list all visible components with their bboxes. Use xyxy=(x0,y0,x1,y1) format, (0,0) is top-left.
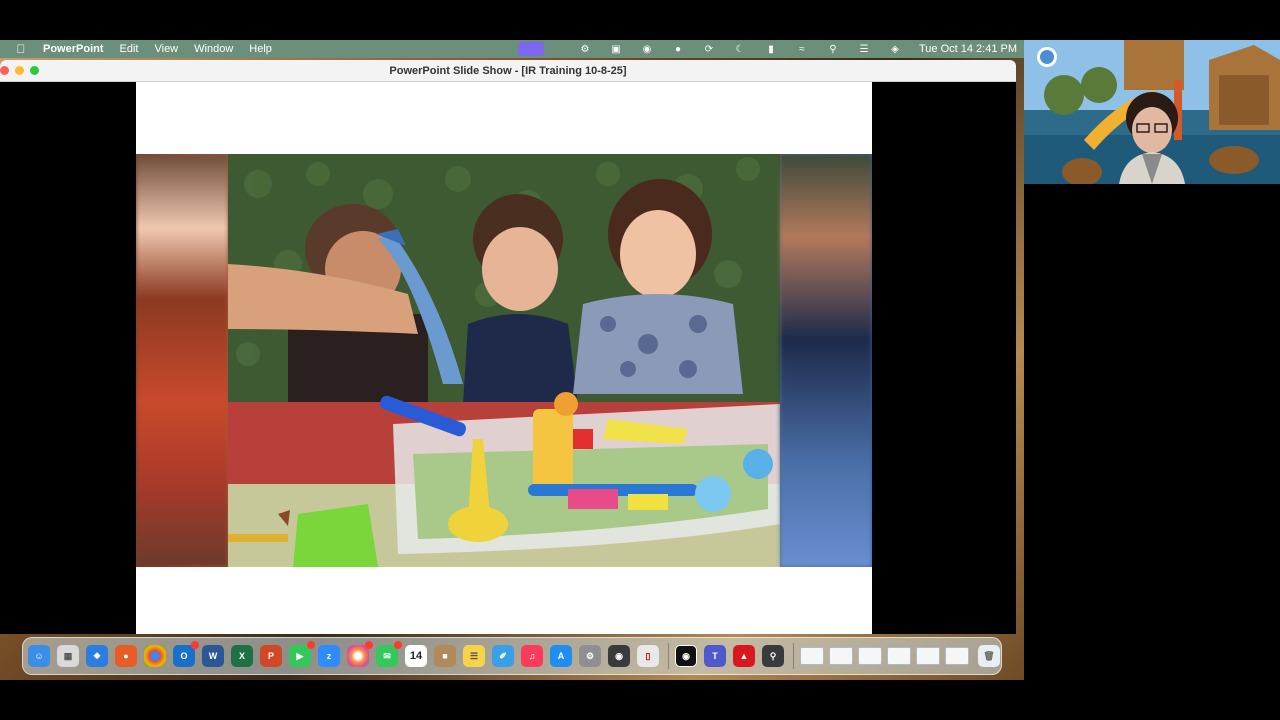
playground-background-image xyxy=(1024,40,1280,184)
excel-icon[interactable]: X xyxy=(231,645,253,667)
outlook-icon[interactable]: O xyxy=(173,641,199,667)
dock: ☺ ▦ ❖ ● O W X P ▶ z ✉ 14 ■ ☰ ✐ ♫ A ⚙ ◉ ▯… xyxy=(22,637,1002,675)
copilot-icon[interactable]: ◉ xyxy=(640,43,654,55)
record-icon[interactable]: ● xyxy=(671,43,685,55)
children-sensory-play-photo xyxy=(228,154,780,567)
status-area: ⚙ ▣ ◉ ● ⟳ ☾ ▮ ≈ ⚲ ☰ ◈ Tue Oct 14 2:41 PM xyxy=(517,40,1024,58)
music-icon[interactable]: ♫ xyxy=(521,645,543,667)
acrobat-icon[interactable]: ▲ xyxy=(733,645,755,667)
camera-icon[interactable]: ◉ xyxy=(608,645,630,667)
menu-window[interactable]: Window xyxy=(194,43,233,55)
tools-icon[interactable]: ⚙ xyxy=(578,43,592,55)
recent-document-1[interactable] xyxy=(800,647,824,665)
app-store-icon[interactable]: A xyxy=(550,645,572,667)
menu-help[interactable]: Help xyxy=(249,43,272,55)
battery-icon[interactable]: ▮ xyxy=(764,43,778,55)
sync-icon[interactable]: ⟳ xyxy=(702,43,716,55)
control-center-icon[interactable]: ☰ xyxy=(857,43,871,55)
chrome-icon[interactable] xyxy=(144,645,166,667)
desktop:  PowerPoint Edit View Window Help ⚙ ▣ ◉… xyxy=(0,40,1024,680)
contacts-icon[interactable]: ■ xyxy=(434,645,456,667)
slideshow-window: PowerPoint Slide Show - [IR Training 10-… xyxy=(0,60,1016,634)
window-title-bar[interactable]: PowerPoint Slide Show - [IR Training 10-… xyxy=(0,60,1016,82)
safari-icon[interactable]: ❖ xyxy=(86,645,108,667)
screen-capture-icon[interactable]: ◉ xyxy=(675,645,697,667)
menu-bar:  PowerPoint Edit View Window Help ⚙ ▣ ◉… xyxy=(0,40,1024,58)
window-title: PowerPoint Slide Show - [IR Training 10-… xyxy=(389,64,627,77)
screen-share-icon[interactable] xyxy=(517,42,544,56)
freeform-icon[interactable]: ✐ xyxy=(492,645,514,667)
firefox-icon[interactable]: ● xyxy=(115,645,137,667)
menu-clock[interactable]: Tue Oct 14 2:41 PM xyxy=(919,43,1017,55)
remote-desktop-icon[interactable]: ▯ xyxy=(637,645,659,667)
recent-document-4[interactable] xyxy=(887,647,911,665)
notes-icon[interactable]: ☰ xyxy=(463,645,485,667)
photos-icon[interactable] xyxy=(347,641,373,667)
launchpad-icon[interactable]: ▦ xyxy=(57,645,79,667)
zoom-icon[interactable]: z xyxy=(318,645,340,667)
calendar-icon[interactable]: 14 xyxy=(405,645,427,667)
menu-edit[interactable]: Edit xyxy=(120,43,139,55)
close-window-button[interactable] xyxy=(0,66,9,75)
teams-icon[interactable]: T xyxy=(704,645,726,667)
powerpoint-icon[interactable]: P xyxy=(260,645,282,667)
system-settings-icon[interactable]: ⚙ xyxy=(579,645,601,667)
display-icon[interactable]: ▣ xyxy=(609,43,623,55)
messages-icon[interactable]: ✉ xyxy=(376,641,402,667)
network-utility-icon[interactable]: ⚲ xyxy=(762,645,784,667)
maximize-window-button[interactable] xyxy=(30,66,39,75)
wifi-icon[interactable]: ≈ xyxy=(795,43,809,55)
recent-document-6[interactable] xyxy=(945,647,969,665)
menu-app-name[interactable]: PowerPoint xyxy=(43,43,104,55)
recent-document-3[interactable] xyxy=(858,647,882,665)
letterbox-top xyxy=(0,0,1280,40)
siri-icon[interactable]: ◈ xyxy=(888,43,902,55)
finder-icon[interactable]: ☺ xyxy=(28,645,50,667)
moon-icon[interactable]: ☾ xyxy=(733,43,747,55)
slide-photo xyxy=(136,154,872,567)
dock-separator-2 xyxy=(793,643,794,669)
recent-document-5[interactable] xyxy=(916,647,940,665)
recent-document-2[interactable] xyxy=(829,647,853,665)
participant-video[interactable] xyxy=(1024,40,1280,184)
trash-icon[interactable]: 🗑 xyxy=(978,645,1000,667)
apple-menu-icon[interactable]:  xyxy=(14,42,28,56)
word-icon[interactable]: W xyxy=(202,645,224,667)
dock-separator xyxy=(668,643,669,669)
photo-blur-left xyxy=(136,154,228,567)
minimize-window-button[interactable] xyxy=(15,66,24,75)
facetime-icon[interactable]: ▶ xyxy=(289,641,315,667)
slide[interactable] xyxy=(136,82,872,634)
letterbox-bottom xyxy=(0,680,1280,720)
search-icon[interactable]: ⚲ xyxy=(826,43,840,55)
calendar-day: 14 xyxy=(409,650,423,662)
right-black-area xyxy=(1024,184,1280,680)
photo-blur-right xyxy=(780,154,872,567)
menu-view[interactable]: View xyxy=(154,43,178,55)
